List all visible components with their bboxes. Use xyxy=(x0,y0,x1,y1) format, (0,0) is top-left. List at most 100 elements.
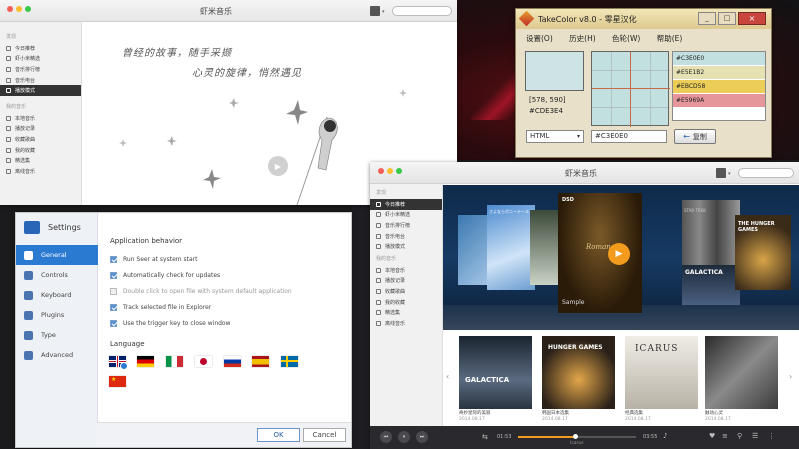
play-button[interactable]: ▶ xyxy=(268,156,288,176)
sidebar-item-local[interactable]: 本地音乐 xyxy=(0,113,81,124)
swedish-flag[interactable] xyxy=(281,356,298,367)
cover-anime[interactable]: さよならポニーテール xyxy=(487,205,535,290)
checkbox[interactable] xyxy=(110,255,117,263)
music-note-icon xyxy=(376,212,381,218)
history-swatch[interactable]: #E5E1B2 xyxy=(673,66,765,80)
sidebar-item-selected[interactable]: 精选集 xyxy=(370,307,442,318)
cancel-button[interactable]: Cancel xyxy=(303,428,346,442)
search-input[interactable] xyxy=(392,6,452,16)
next-button[interactable]: ⏭ xyxy=(416,431,428,443)
album-thumb[interactable]: GALACTICA xyxy=(459,336,532,409)
minimize-button[interactable] xyxy=(16,6,22,12)
sidebar-item-favorites[interactable]: 收藏歌曲 xyxy=(370,286,442,297)
sidebar-item-history[interactable]: 播放记录 xyxy=(370,276,442,287)
japanese-flag[interactable] xyxy=(195,356,212,367)
cover-hunger-games[interactable]: THE HUNGER GAMES xyxy=(735,215,791,290)
nav-keyboard[interactable]: Keyboard xyxy=(16,285,98,305)
sidebar-item-today[interactable]: 今日推荐 xyxy=(0,43,81,54)
maximize-button[interactable]: □ xyxy=(718,12,736,25)
nav-plugins[interactable]: Plugins xyxy=(16,305,98,325)
nav-type[interactable]: Type xyxy=(16,325,98,345)
sidebar-item-mode[interactable]: 播放模式 xyxy=(0,85,81,96)
sidebar-item-charts[interactable]: 音乐排行榜 xyxy=(370,220,442,231)
checkbox[interactable] xyxy=(110,319,117,327)
sidebar-item-history[interactable]: 播放记录 xyxy=(0,124,81,135)
lyrics-icon[interactable]: ≡ xyxy=(722,432,728,440)
repeat-icon[interactable]: ⇆ xyxy=(482,433,488,441)
maximize-button[interactable] xyxy=(396,168,402,174)
cover-forest[interactable] xyxy=(530,210,558,285)
option-run-at-start[interactable]: Run Seer at system start xyxy=(110,253,345,265)
close-button[interactable] xyxy=(378,168,384,174)
copy-button[interactable]: ← 复制 xyxy=(674,129,716,144)
sidebar-item-offline[interactable]: 离线音乐 xyxy=(0,166,81,177)
sidebar-item-picks[interactable]: 虾小米精选 xyxy=(370,210,442,221)
sidebar-item-radio[interactable]: 音乐电台 xyxy=(370,231,442,242)
search-input[interactable] xyxy=(738,168,794,178)
chinese-flag[interactable]: ★ xyxy=(109,376,126,387)
minimize-button[interactable] xyxy=(387,168,393,174)
format-select[interactable]: HTML ▾ xyxy=(526,130,584,143)
chevron-down-icon[interactable]: ▾ xyxy=(728,171,731,177)
minimize-button[interactable]: _ xyxy=(698,12,716,25)
sidebar-item-offline[interactable]: 离线音乐 xyxy=(370,318,442,329)
nav-general[interactable]: General xyxy=(16,245,98,265)
checkbox[interactable] xyxy=(110,303,117,311)
album-art-text: HUNGER GAMES xyxy=(548,344,603,351)
history-swatch[interactable]: #EBCD58 xyxy=(673,80,765,94)
history-swatch[interactable]: #C3E0E0 xyxy=(673,52,765,66)
location-icon[interactable]: ⚲ xyxy=(737,432,742,440)
checkbox[interactable] xyxy=(110,271,117,279)
avatar[interactable] xyxy=(716,168,726,178)
sidebar-item-collection[interactable]: 我的收藏 xyxy=(370,297,442,308)
sidebar-item-picks[interactable]: 虾小米精选 xyxy=(0,54,81,65)
sidebar-item-radio[interactable]: 音乐电台 xyxy=(0,75,81,86)
chevron-left-icon[interactable]: ‹ xyxy=(446,372,449,381)
cover-galactica-small[interactable]: GALACTICA xyxy=(682,265,740,305)
option-check-updates[interactable]: Automatically check for updates xyxy=(110,269,345,281)
spanish-flag[interactable] xyxy=(252,356,269,367)
option-trigger-close[interactable]: Use the trigger key to close window xyxy=(110,317,345,329)
sidebar-item-mode[interactable]: 播放模式 xyxy=(370,241,442,252)
album-thumb[interactable] xyxy=(705,336,778,409)
close-button[interactable]: × xyxy=(738,12,766,25)
menu-settings[interactable]: 设置(O) xyxy=(526,34,553,43)
chevron-right-icon[interactable]: › xyxy=(789,372,792,381)
maximize-button[interactable] xyxy=(25,6,31,12)
cover-play-button[interactable]: ▶ xyxy=(608,243,630,265)
sidebar-item-charts[interactable]: 音乐排行榜 xyxy=(0,64,81,75)
hex-input[interactable]: #C3E0E0 xyxy=(591,130,667,143)
history-swatch[interactable]: #E5969A xyxy=(673,94,765,108)
progress-handle[interactable] xyxy=(572,434,578,439)
album-thumb[interactable]: ICARUS xyxy=(625,336,698,409)
menu-help[interactable]: 帮助(E) xyxy=(657,34,683,43)
option-double-click-open[interactable]: Double click to open file with system de… xyxy=(110,285,345,297)
ok-button[interactable]: OK xyxy=(257,428,300,442)
close-button[interactable] xyxy=(7,6,13,12)
pause-button[interactable]: ⏸ xyxy=(398,431,410,443)
sidebar-item-selected[interactable]: 精选集 xyxy=(0,155,81,166)
volume-icon[interactable]: ♪ xyxy=(663,432,667,440)
german-flag[interactable] xyxy=(137,356,154,367)
russian-flag[interactable] xyxy=(224,356,241,367)
playlist-icon[interactable]: ☰ xyxy=(752,432,758,440)
avatar[interactable] xyxy=(370,6,380,16)
nav-controls[interactable]: Controls xyxy=(16,265,98,285)
english-flag[interactable] xyxy=(109,356,128,370)
previous-button[interactable]: ⏮ xyxy=(380,431,392,443)
option-track-explorer[interactable]: Track selected file in Explorer xyxy=(110,301,345,313)
heart-icon[interactable]: ♥ xyxy=(709,432,715,440)
sidebar-item-local[interactable]: 本地音乐 xyxy=(370,265,442,276)
menu-color-wheel[interactable]: 色轮(W) xyxy=(612,34,640,43)
sidebar-item-favorites[interactable]: 收藏歌曲 xyxy=(0,134,81,145)
sidebar-item-today[interactable]: 今日推荐 xyxy=(370,199,442,210)
sidebar-item-collection[interactable]: 我的收藏 xyxy=(0,145,81,156)
menu-icon[interactable]: ⋮ xyxy=(768,432,775,440)
checkbox[interactable] xyxy=(110,287,117,295)
chevron-down-icon[interactable]: ▾ xyxy=(382,9,385,15)
menu-history[interactable]: 历史(H) xyxy=(569,34,596,43)
cover-portraits[interactable]: STAR TREK xyxy=(682,200,740,265)
nav-advanced[interactable]: Advanced xyxy=(16,345,98,365)
album-thumb[interactable]: HUNGER GAMES xyxy=(542,336,615,409)
italian-flag[interactable] xyxy=(166,356,183,367)
